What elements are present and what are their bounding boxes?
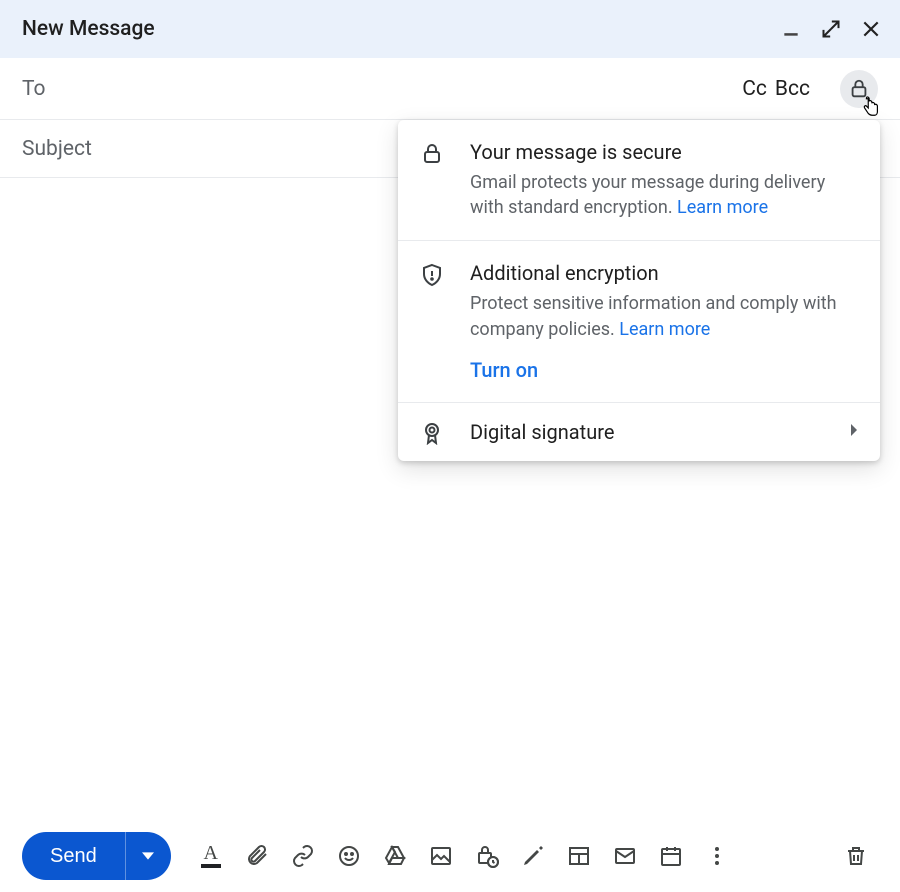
- lock-icon: [848, 78, 870, 100]
- text-format-icon: A: [201, 844, 221, 868]
- secure-title: Your message is secure: [470, 140, 856, 164]
- layout-icon: [567, 844, 591, 868]
- window-title: New Message: [22, 17, 155, 41]
- lock-clock-icon: [475, 844, 499, 868]
- confidential-mode-button[interactable]: [465, 834, 509, 878]
- close-icon: [861, 19, 881, 39]
- digital-signature-row[interactable]: Digital signature: [398, 403, 880, 461]
- send-button-group: Send: [22, 832, 171, 880]
- more-options-button[interactable]: [695, 834, 739, 878]
- send-options-button[interactable]: [125, 832, 171, 880]
- shield-icon: [418, 261, 446, 381]
- attach-file-button[interactable]: [235, 834, 279, 878]
- additional-body: Protect sensitive information and comply…: [470, 291, 856, 341]
- minimize-icon: [781, 19, 801, 39]
- chevron-right-icon: [850, 422, 860, 441]
- envelope-icon: [613, 844, 637, 868]
- layout-button[interactable]: [557, 834, 601, 878]
- secure-body: Gmail protects your message during deliv…: [470, 170, 856, 220]
- discard-draft-button[interactable]: [834, 834, 878, 878]
- drive-icon: [383, 844, 407, 868]
- additional-learn-more-link[interactable]: Learn more: [619, 319, 710, 340]
- secure-learn-more-link[interactable]: Learn more: [677, 197, 768, 218]
- fullscreen-button[interactable]: [820, 18, 842, 40]
- expand-icon: [821, 19, 841, 39]
- image-icon: [429, 844, 453, 868]
- mail-button[interactable]: [603, 834, 647, 878]
- recipients-row[interactable]: To Cc Bcc: [0, 58, 900, 120]
- bcc-button[interactable]: Bcc: [775, 77, 810, 101]
- message-security-button[interactable]: [840, 70, 878, 108]
- subject-placeholder: Subject: [22, 137, 92, 161]
- insert-link-button[interactable]: [281, 834, 325, 878]
- lock-icon: [418, 140, 446, 220]
- calendar-button[interactable]: [649, 834, 693, 878]
- send-button[interactable]: Send: [22, 832, 125, 880]
- more-vertical-icon: [705, 844, 729, 868]
- close-button[interactable]: [860, 18, 882, 40]
- minimize-button[interactable]: [780, 18, 802, 40]
- additional-title: Additional encryption: [470, 261, 856, 285]
- paperclip-icon: [245, 844, 269, 868]
- insert-photo-button[interactable]: [419, 834, 463, 878]
- titlebar: New Message: [0, 0, 900, 58]
- emoji-icon: [337, 844, 361, 868]
- formatting-button[interactable]: A: [189, 834, 233, 878]
- titlebar-actions: [780, 18, 882, 40]
- calendar-icon: [659, 844, 683, 868]
- compose-window: New Message To Cc Bcc Subject: [0, 0, 900, 892]
- cc-bcc-group: Cc Bcc: [742, 77, 810, 101]
- trash-icon: [844, 844, 868, 868]
- emoji-button[interactable]: [327, 834, 371, 878]
- chevron-down-icon: [142, 850, 154, 862]
- security-popover: Your message is secure Gmail protects yo…: [398, 120, 880, 461]
- additional-encryption-section: Additional encryption Protect sensitive …: [398, 241, 880, 402]
- drive-button[interactable]: [373, 834, 417, 878]
- pen-icon: [521, 844, 545, 868]
- to-label: To: [22, 77, 46, 101]
- cc-button[interactable]: Cc: [742, 77, 767, 101]
- secure-section: Your message is secure Gmail protects yo…: [398, 120, 880, 241]
- signature-title: Digital signature: [470, 420, 826, 444]
- signature-button[interactable]: [511, 834, 555, 878]
- link-icon: [291, 844, 315, 868]
- compose-toolbar: Send A: [0, 820, 900, 892]
- turn-on-button[interactable]: Turn on: [470, 358, 856, 382]
- badge-icon: [418, 419, 446, 445]
